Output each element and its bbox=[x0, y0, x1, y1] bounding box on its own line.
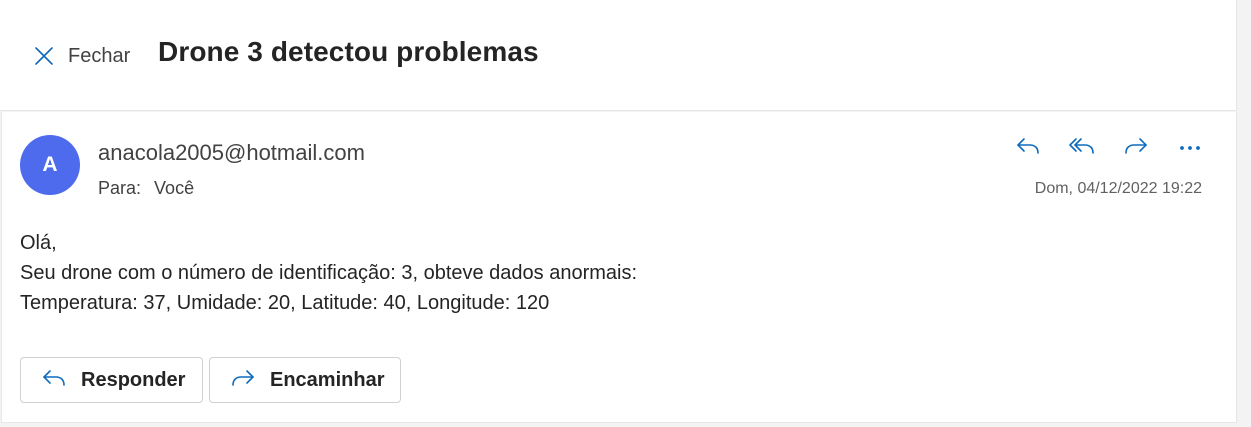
forward-icon bbox=[230, 367, 256, 394]
email-subject: Drone 3 detectou problemas bbox=[158, 36, 539, 67]
more-actions-button[interactable] bbox=[1176, 134, 1204, 162]
body-line: Seu drone com o número de identificação:… bbox=[20, 262, 638, 284]
forward-label: Encaminhar bbox=[270, 368, 385, 391]
forward-icon bbox=[1123, 135, 1149, 162]
sender-avatar[interactable]: A bbox=[20, 135, 80, 195]
forward-button-bottom[interactable]: Encaminhar bbox=[209, 357, 401, 403]
recipient-name[interactable]: Você bbox=[154, 178, 194, 198]
message-actions bbox=[1008, 134, 1208, 162]
close-label: Fechar bbox=[68, 44, 131, 67]
more-icon bbox=[1178, 139, 1202, 157]
reply-icon bbox=[41, 367, 67, 394]
close-icon bbox=[34, 46, 54, 66]
message-body: Olá, Seu drone com o número de identific… bbox=[20, 228, 637, 318]
close-button[interactable]: Fechar bbox=[34, 42, 130, 70]
message-card: A anacola2005@hotmail.com Para: Você Dom… bbox=[1, 112, 1237, 423]
to-label: Para: bbox=[98, 178, 142, 198]
reply-all-icon bbox=[1068, 135, 1096, 162]
reading-pane-header: Fechar Drone 3 detectou problemas bbox=[0, 0, 1237, 111]
message-date: Dom, 04/12/2022 19:22 bbox=[1034, 180, 1202, 197]
reply-button-bottom[interactable]: Responder bbox=[20, 357, 203, 403]
reply-label: Responder bbox=[81, 368, 186, 391]
reply-all-button[interactable] bbox=[1068, 134, 1096, 162]
body-line: Temperatura: 37, Umidade: 20, Latitude: … bbox=[20, 292, 550, 314]
body-line: Olá, bbox=[20, 232, 57, 254]
sender-address[interactable]: anacola2005@hotmail.com bbox=[98, 140, 365, 166]
recipient-row: Para: Você bbox=[98, 178, 194, 199]
reply-icon bbox=[1015, 135, 1041, 162]
reply-button[interactable] bbox=[1014, 134, 1042, 162]
forward-button[interactable] bbox=[1122, 134, 1150, 162]
